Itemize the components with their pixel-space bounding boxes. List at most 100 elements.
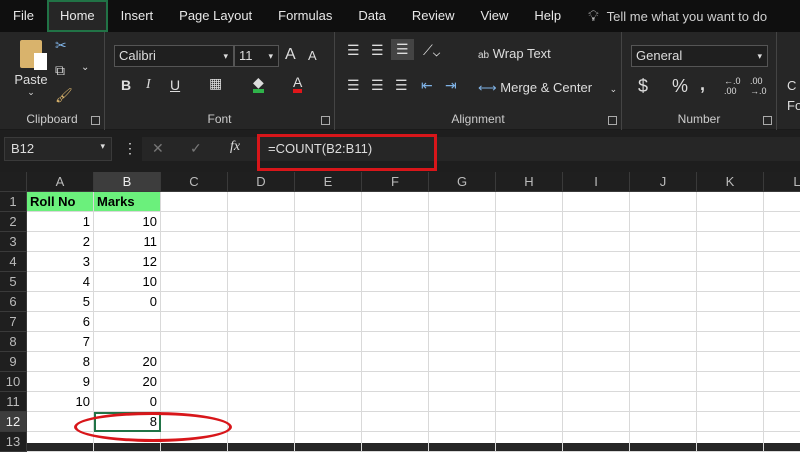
cell-b6[interactable]: 0 [94,292,161,312]
tab-review[interactable]: Review [399,0,468,32]
cell-h6[interactable] [496,292,563,312]
align-bottom-icon[interactable]: ☰ [391,39,414,60]
cell-l9[interactable] [764,352,800,372]
cell-j6[interactable] [630,292,697,312]
cell-k6[interactable] [697,292,764,312]
cell-g4[interactable] [429,252,496,272]
row-header-13[interactable]: 13 [0,432,27,452]
cell-f10[interactable] [362,372,429,392]
cell-k10[interactable] [697,372,764,392]
cell-k11[interactable] [697,392,764,412]
column-header-a[interactable]: A [27,172,94,192]
conditional-formatting-button[interactable]: C Fo [787,76,800,116]
align-top-icon[interactable]: ☰ [347,42,360,59]
cell-k7[interactable] [697,312,764,332]
row-header-4[interactable]: 4 [0,252,27,272]
cell-g11[interactable] [429,392,496,412]
cell-h3[interactable] [496,232,563,252]
cell-e4[interactable] [295,252,362,272]
cell-d8[interactable] [228,332,295,352]
cell-h9[interactable] [496,352,563,372]
cell-d4[interactable] [228,252,295,272]
borders-icon[interactable]: ▦ [209,75,222,92]
tab-data[interactable]: Data [345,0,398,32]
column-header-d[interactable]: D [228,172,295,192]
column-header-i[interactable]: I [563,172,630,192]
cell-d3[interactable] [228,232,295,252]
cell-a11[interactable]: 10 [27,392,94,412]
cell-l5[interactable] [764,272,800,292]
cell-e13[interactable] [295,432,362,452]
tab-view[interactable]: View [467,0,521,32]
tab-insert[interactable]: Insert [108,0,167,32]
row-header-7[interactable]: 7 [0,312,27,332]
cell-b3[interactable]: 11 [94,232,161,252]
cell-a5[interactable]: 4 [27,272,94,292]
underline-button[interactable]: U [170,77,180,93]
cell-b11[interactable]: 0 [94,392,161,412]
column-header-b[interactable]: B [94,172,161,192]
cell-j4[interactable] [630,252,697,272]
cell-i9[interactable] [563,352,630,372]
cell-l4[interactable] [764,252,800,272]
cell-b4[interactable]: 12 [94,252,161,272]
cell-k9[interactable] [697,352,764,372]
cell-a9[interactable]: 8 [27,352,94,372]
cell-d10[interactable] [228,372,295,392]
cell-g2[interactable] [429,212,496,232]
bold-button[interactable]: B [121,77,131,93]
cell-e10[interactable] [295,372,362,392]
cell-j12[interactable] [630,412,697,432]
cell-e12[interactable] [295,412,362,432]
cell-c4[interactable] [161,252,228,272]
cell-c1[interactable] [161,192,228,212]
increase-indent-icon[interactable]: ⇥ [445,77,457,94]
cell-g1[interactable] [429,192,496,212]
tab-page-layout[interactable]: Page Layout [166,0,265,32]
cell-d1[interactable] [228,192,295,212]
insert-function-icon[interactable]: fx [230,139,240,155]
dialog-launcher-icon[interactable] [608,116,617,125]
cell-g9[interactable] [429,352,496,372]
cell-d2[interactable] [228,212,295,232]
cell-a4[interactable]: 3 [27,252,94,272]
cell-j13[interactable] [630,432,697,452]
cell-i2[interactable] [563,212,630,232]
cell-i4[interactable] [563,252,630,272]
cell-d7[interactable] [228,312,295,332]
cell-k5[interactable] [697,272,764,292]
cell-e2[interactable] [295,212,362,232]
cell-h8[interactable] [496,332,563,352]
dialog-launcher-icon[interactable] [321,116,330,125]
cell-i1[interactable] [563,192,630,212]
cell-b7[interactable] [94,312,161,332]
increase-decimal-button[interactable]: ←.0 .00 [724,76,744,96]
cell-j5[interactable] [630,272,697,292]
cell-k1[interactable] [697,192,764,212]
row-header-12[interactable]: 12 [0,412,27,432]
number-format-select[interactable]: General ▾ [631,45,768,67]
cell-i8[interactable] [563,332,630,352]
cell-f4[interactable] [362,252,429,272]
cell-e9[interactable] [295,352,362,372]
cell-f13[interactable] [362,432,429,452]
cell-a7[interactable]: 6 [27,312,94,332]
italic-button[interactable]: I [146,77,151,93]
cell-e7[interactable] [295,312,362,332]
font-size-select[interactable]: 11 ▾ [234,45,279,67]
cell-h2[interactable] [496,212,563,232]
row-header-5[interactable]: 5 [0,272,27,292]
cell-b1[interactable]: Marks [94,192,161,212]
tab-formulas[interactable]: Formulas [265,0,345,32]
cell-l6[interactable] [764,292,800,312]
cell-g13[interactable] [429,432,496,452]
cell-g7[interactable] [429,312,496,332]
cell-c7[interactable] [161,312,228,332]
cell-f5[interactable] [362,272,429,292]
cell-j3[interactable] [630,232,697,252]
cell-g8[interactable] [429,332,496,352]
cell-d12[interactable] [228,412,295,432]
chevron-down-icon[interactable]: ⌄ [81,62,89,73]
increase-font-icon[interactable]: A [285,46,296,64]
font-color-icon[interactable]: A [293,75,303,93]
